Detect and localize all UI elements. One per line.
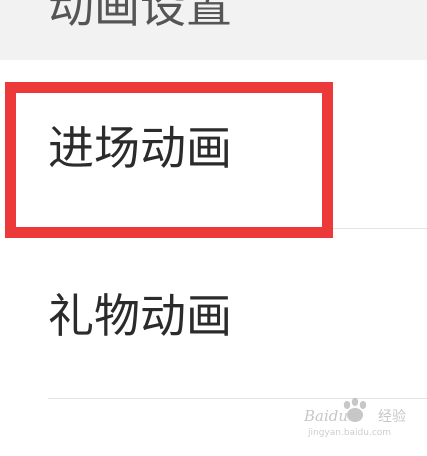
divider — [48, 228, 427, 229]
list-item-entrance-animation[interactable]: 进场动画 — [0, 60, 427, 228]
baidu-jingyan-watermark: Baidu 经验 jingyan.baidu.com — [304, 398, 418, 444]
watermark-brand: Baidu 经验 — [304, 406, 406, 426]
list-item-label: 进场动画 — [48, 121, 232, 175]
section-header-label: 动画设置 — [48, 0, 232, 33]
watermark-brand-text: Baidu — [304, 407, 349, 425]
watermark-product-text: 经验 — [378, 409, 407, 425]
list-item-label: 礼物动画 — [48, 289, 232, 343]
section-header: 动画设置 — [0, 0, 427, 60]
watermark-domain: jingyan.baidu.com — [308, 428, 392, 438]
settings-list: 进场动画 礼物动画 — [0, 60, 427, 456]
list-item-gift-animation[interactable]: 礼物动画 — [0, 230, 427, 398]
